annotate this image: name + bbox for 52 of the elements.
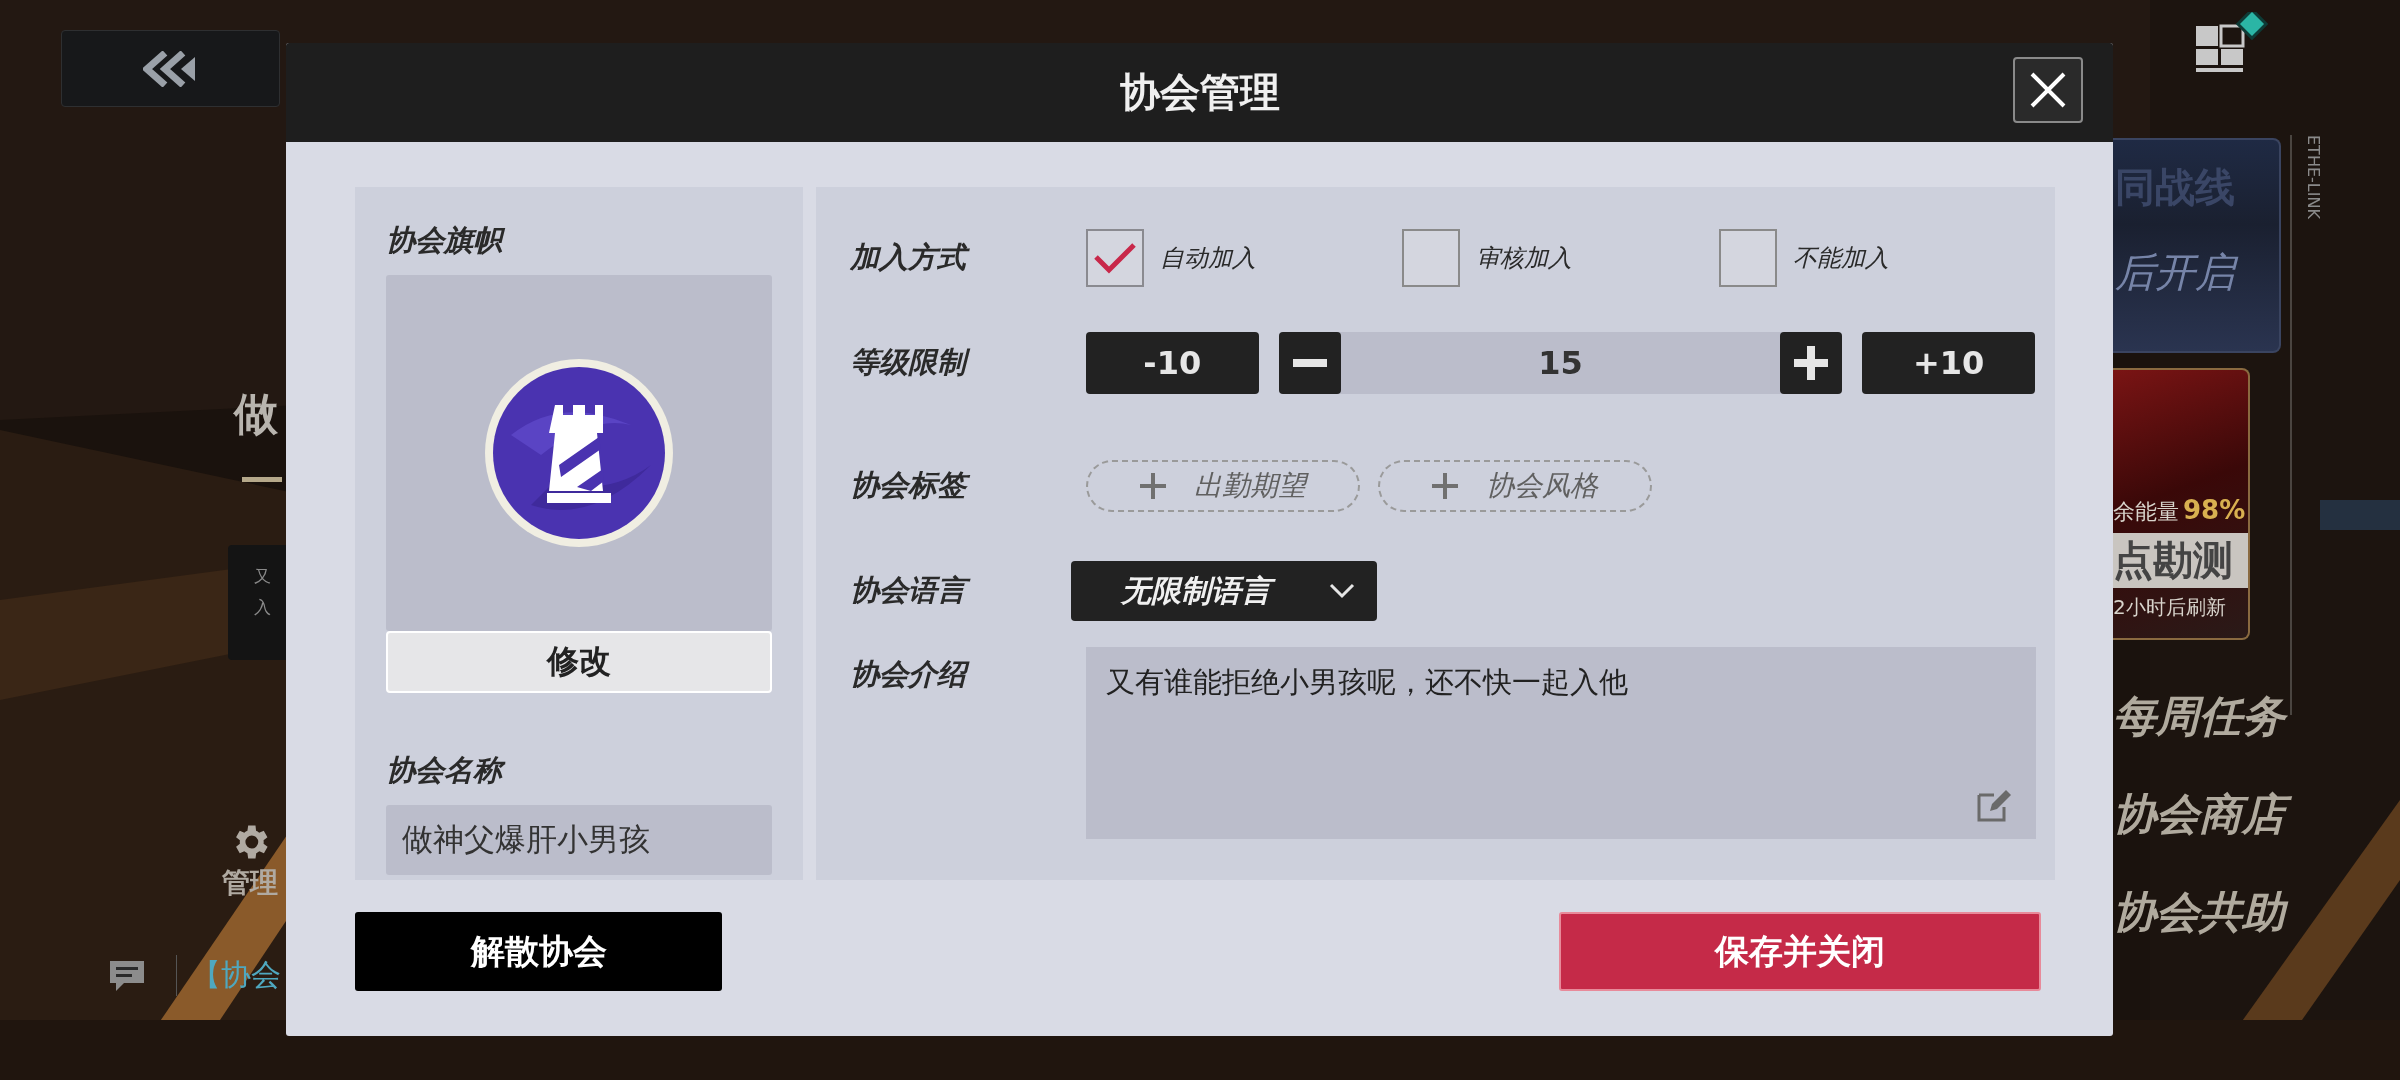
side-label: ETHE-LINK	[2304, 135, 2323, 219]
survey-title: 点勘测	[2113, 533, 2248, 588]
guild-name: 做	[234, 387, 278, 441]
checkbox[interactable]	[1086, 229, 1144, 287]
energy-value: 98%	[2183, 495, 2246, 525]
energy-label: 余能量	[2113, 498, 2179, 526]
checkbox[interactable]	[1402, 229, 1461, 287]
level-value: 15	[1537, 344, 1584, 382]
dialog-title: 协会管理	[1119, 68, 1280, 117]
add-tag-button[interactable]: 出勤期望	[1086, 460, 1360, 512]
intro-text: 又	[254, 565, 272, 588]
edit-icon[interactable]	[1976, 789, 2012, 823]
intro-text: 又有谁能拒绝小男孩呢，还不快一起入他	[1106, 665, 1628, 699]
menu-item[interactable]: 协会共助	[2113, 884, 2295, 942]
edit-button[interactable]: 修改	[386, 631, 772, 693]
minus-icon	[1292, 359, 1327, 367]
name-label: 协会名称	[386, 751, 772, 791]
plus-icon	[1140, 473, 1166, 499]
chat-icon[interactable]	[108, 958, 146, 993]
intro-field[interactable]: 又有谁能拒绝小男孩呢，还不快一起入他	[1086, 647, 2036, 839]
increase-button[interactable]	[1780, 332, 1843, 394]
checkbox[interactable]	[1718, 229, 1777, 287]
chevron-down-icon	[1329, 583, 1355, 599]
close-button[interactable]	[2013, 57, 2083, 123]
intro-text: 入	[254, 596, 272, 619]
dissolve-button[interactable]: 解散协会	[355, 912, 722, 991]
flag-label: 协会旗帜	[386, 221, 772, 261]
plus-icon	[1432, 473, 1458, 499]
option-label[interactable]: 审核加入	[1476, 242, 1573, 274]
back-button[interactable]	[61, 30, 280, 107]
menu-item[interactable]: 协会商店	[2113, 786, 2295, 844]
save-button[interactable]: 保存并关闭	[1559, 912, 2041, 991]
name-field[interactable]: 做神父爆肝小男孩	[386, 805, 772, 875]
tags-label: 协会标签	[850, 466, 1086, 506]
decrease-button[interactable]	[1278, 332, 1341, 394]
option-label[interactable]: 不能加入	[1792, 242, 1889, 274]
checkmark-icon	[1093, 241, 1137, 275]
manage-label[interactable]: 管理	[222, 864, 278, 902]
level-label: 等级限制	[850, 343, 1086, 383]
language-dropdown[interactable]: 无限制语言	[1071, 561, 1377, 621]
option-label[interactable]: 自动加入	[1160, 242, 1256, 274]
close-icon	[2028, 70, 2068, 110]
intro-label: 协会介绍	[850, 655, 1086, 695]
event-subtitle: 后开启	[2115, 245, 2279, 300]
plus-ten-button[interactable]: +10	[1862, 332, 2035, 394]
survey-subtitle: 2小时后刷新	[2113, 594, 2227, 621]
join-label: 加入方式	[850, 238, 1086, 278]
plus-icon	[1794, 346, 1829, 380]
add-tag-button[interactable]: 协会风格	[1378, 460, 1652, 512]
survey-card[interactable]: 余能量 98% 点勘测 2小时后刷新	[2113, 368, 2250, 640]
menu-item[interactable]: 每周任务	[2113, 688, 2295, 746]
minus-ten-button[interactable]: -10	[1086, 332, 1259, 394]
